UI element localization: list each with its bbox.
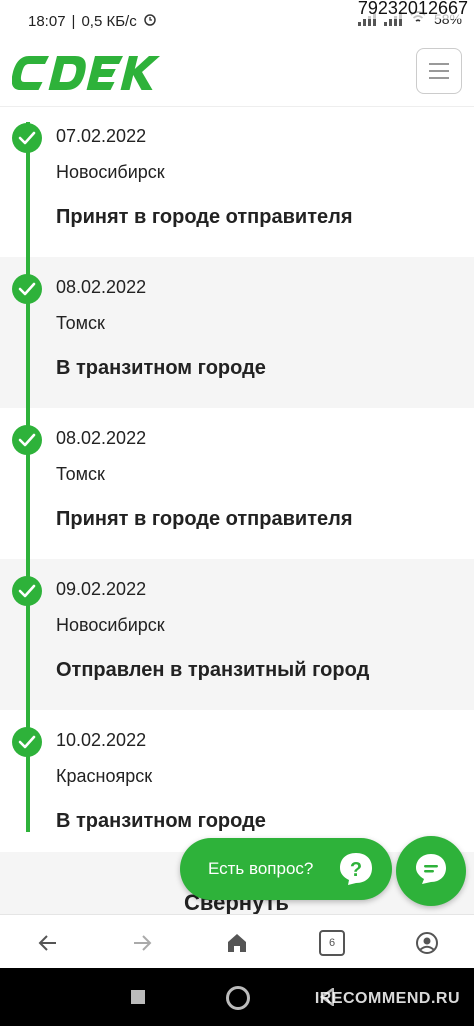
ask-question-label: Есть вопрос? xyxy=(208,859,314,878)
event-date: 07.02.2022 xyxy=(56,126,147,146)
event-date: 08.02.2022 xyxy=(56,277,147,297)
tabs-button[interactable]: 6 xyxy=(318,929,346,957)
tracking-timeline: 07.02.2022 Новосибирск Принят в городе о… xyxy=(0,106,474,861)
check-icon xyxy=(12,123,42,153)
recents-icon[interactable] xyxy=(131,990,145,1004)
timeline-item: 07.02.2022 Новосибирск Принят в городе о… xyxy=(0,106,474,257)
phone-watermark: 79232012667 xyxy=(353,0,472,19)
event-date: 08.02.2022 xyxy=(56,428,147,448)
check-icon xyxy=(12,425,42,455)
alarm-icon xyxy=(143,12,157,30)
ask-question-button[interactable]: Есть вопрос? ? xyxy=(180,838,392,900)
tabs-count: 6 xyxy=(319,930,345,956)
svg-text:?: ? xyxy=(350,859,362,881)
check-icon xyxy=(12,576,42,606)
event-status: Принят в городе отправителя xyxy=(56,206,353,228)
chat-button[interactable] xyxy=(396,836,466,906)
timeline-item: 09.02.2022 Новосибирск Отправлен в транз… xyxy=(0,559,474,710)
chat-bubble-icon xyxy=(413,851,449,892)
home-icon[interactable] xyxy=(223,929,251,957)
status-bar: 18:07 | 0,5 КБ/с 58% 79232012667 xyxy=(0,0,474,40)
event-city: Томск xyxy=(56,313,105,333)
status-time: 18:07 xyxy=(28,12,66,30)
forward-arrow-icon[interactable] xyxy=(128,929,156,957)
cdek-logo[interactable] xyxy=(11,52,162,99)
event-city: Новосибирск xyxy=(56,615,165,635)
browser-bottom-bar: 6 xyxy=(0,914,474,969)
event-status: Отправлен в транзитный город xyxy=(56,659,370,681)
event-city: Томск xyxy=(56,464,105,484)
event-city: Новосибирск xyxy=(56,162,165,182)
timeline-item: 08.02.2022 Томск Принят в городе отправи… xyxy=(0,408,474,559)
watermark: IRECOMMEND.RU xyxy=(314,990,460,1007)
profile-icon[interactable] xyxy=(413,929,441,957)
back-arrow-icon[interactable] xyxy=(34,929,62,957)
menu-button[interactable] xyxy=(416,48,462,94)
timeline-item: 08.02.2022 Томск В транзитном городе xyxy=(0,257,474,408)
status-speed: 0,5 КБ/с xyxy=(81,12,137,30)
hamburger-icon xyxy=(429,63,449,65)
event-date: 09.02.2022 xyxy=(56,579,147,599)
system-nav-bar: IRECOMMEND.RU xyxy=(0,968,474,1026)
event-city: Красноярск xyxy=(56,766,153,786)
check-icon xyxy=(12,727,42,757)
home-circle-icon[interactable] xyxy=(226,986,250,1010)
event-status: Принят в городе отправителя xyxy=(56,508,353,530)
event-status: В транзитном городе xyxy=(56,357,266,379)
event-status: В транзитном городе xyxy=(56,810,266,832)
question-bubble-icon: ? xyxy=(338,851,374,887)
check-icon xyxy=(12,274,42,304)
event-date: 10.02.2022 xyxy=(56,730,147,750)
site-header xyxy=(0,40,474,107)
status-separator: | xyxy=(71,12,76,30)
timeline-line xyxy=(26,122,30,832)
